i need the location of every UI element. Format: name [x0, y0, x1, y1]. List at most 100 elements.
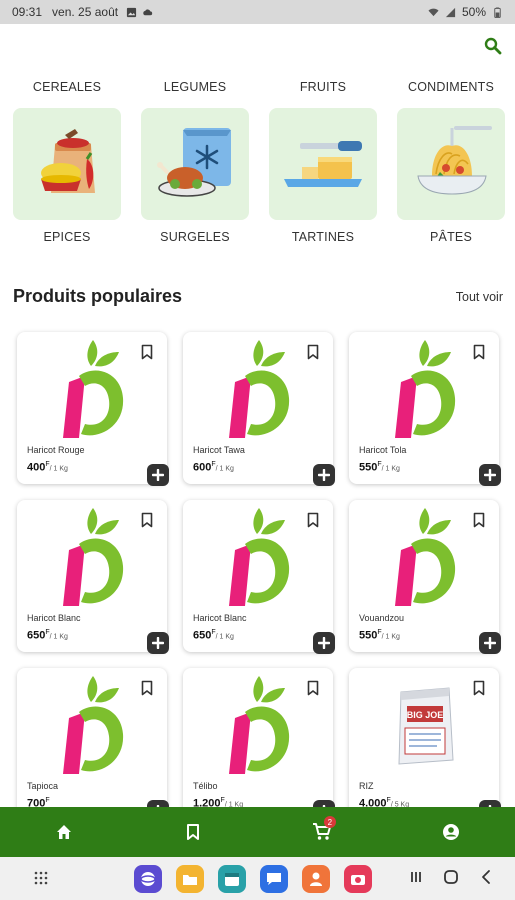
product-name: Haricot Blanc — [27, 613, 81, 623]
brand-logo — [229, 676, 290, 774]
bag-label: BIG JOE — [407, 710, 444, 720]
plus-icon — [484, 637, 496, 649]
category-tile[interactable] — [13, 108, 121, 220]
add-to-cart-button[interactable] — [313, 800, 335, 807]
spice-sack-icon — [41, 129, 95, 193]
product-card[interactable]: Haricot Blanc 650F/ 1 Kg — [183, 500, 335, 654]
add-to-cart-button[interactable] — [313, 464, 335, 486]
bookmark-icon — [473, 512, 485, 528]
bookmark-icon — [307, 512, 319, 528]
nav-home[interactable] — [44, 814, 84, 850]
nav-bookmarks[interactable] — [173, 814, 213, 850]
calendar-app-icon[interactable] — [218, 865, 246, 893]
butter-knife-icon — [284, 141, 362, 187]
product-image — [55, 672, 131, 776]
category-pates[interactable]: PÂTES — [387, 100, 515, 244]
product-card[interactable]: Haricot Rouge 400F/ 1 Kg — [17, 332, 169, 486]
price-value: 650 — [193, 629, 212, 642]
add-to-cart-button[interactable] — [479, 800, 501, 807]
camera-app-icon[interactable] — [344, 865, 372, 893]
bookmark-button[interactable] — [469, 510, 489, 530]
plus-icon — [152, 469, 164, 481]
see-all-link[interactable]: Tout voir — [456, 290, 503, 304]
plus-icon — [318, 637, 330, 649]
product-card[interactable]: Tapioca 700F — [17, 668, 169, 807]
category-cereales[interactable]: CEREALES — [3, 80, 131, 100]
bookmark-button[interactable] — [469, 678, 489, 698]
brand-logo — [229, 340, 290, 438]
price-value: 1.200 — [193, 797, 221, 807]
category-tile[interactable] — [269, 108, 377, 220]
pasta-bowl-icon — [417, 126, 492, 195]
app-drawer-icon[interactable] — [34, 871, 48, 885]
system-nav — [409, 869, 493, 885]
messages-app-icon[interactable] — [260, 865, 288, 893]
bookmark-button[interactable] — [137, 342, 157, 362]
product-card[interactable]: BIG JOE RIZ 4.000F/ 5 Kg — [349, 668, 501, 807]
rice-bag-image: BIG JOE — [398, 687, 454, 765]
popular-header: Produits populaires Tout voir — [13, 286, 503, 307]
bookmark-icon — [473, 680, 485, 696]
add-to-cart-button[interactable] — [479, 464, 501, 486]
product-image — [55, 504, 131, 608]
category-fruits[interactable]: FRUITS — [259, 80, 387, 100]
add-to-cart-button[interactable] — [147, 632, 169, 654]
plus-icon — [484, 469, 496, 481]
category-label: EPICES — [43, 230, 91, 244]
home-icon — [57, 825, 72, 839]
product-image — [221, 672, 297, 776]
add-to-cart-button[interactable] — [479, 632, 501, 654]
nav-account[interactable] — [431, 814, 471, 850]
status-date: ven. 25 août — [52, 5, 119, 19]
category-tartines[interactable]: TARTINES — [259, 100, 387, 244]
bookmark-button[interactable] — [469, 342, 489, 362]
category-legumes[interactable]: LEGUMES — [131, 80, 259, 100]
battery-icon — [494, 6, 501, 18]
bookmark-button[interactable] — [137, 678, 157, 698]
nav-cart[interactable]: 2 — [302, 814, 342, 850]
product-name: Haricot Rouge — [27, 445, 85, 455]
product-card[interactable]: Haricot Tawa 600F/ 1 Kg — [183, 332, 335, 486]
search-button[interactable] — [483, 36, 503, 56]
bookmark-icon — [307, 680, 319, 696]
add-to-cart-button[interactable] — [147, 464, 169, 486]
product-card[interactable]: Haricot Tola 550F/ 1 Kg — [349, 332, 501, 486]
product-image — [387, 336, 463, 440]
bookmark-button[interactable] — [137, 510, 157, 530]
back-icon[interactable] — [479, 869, 493, 885]
bookmark-button[interactable] — [303, 510, 323, 530]
browser-app-icon[interactable] — [134, 865, 162, 893]
folder-app-icon[interactable] — [176, 865, 204, 893]
category-tile[interactable] — [397, 108, 505, 220]
wifi-icon — [428, 8, 439, 16]
product-name: Télibo — [193, 781, 218, 791]
product-name: Haricot Tawa — [193, 445, 245, 455]
product-name: Haricot Tola — [359, 445, 407, 455]
home-button-icon[interactable] — [443, 869, 459, 885]
category-tile[interactable] — [141, 108, 249, 220]
product-card[interactable]: Haricot Blanc 650F/ 1 Kg — [17, 500, 169, 654]
price-unit: / 1 Kg — [215, 633, 234, 641]
price-value: 550 — [359, 461, 378, 474]
category-label: TARTINES — [291, 230, 355, 244]
product-grid: Haricot Rouge 400F/ 1 Kg Haricot Tawa 600 F /… — [17, 332, 501, 807]
bookmark-button[interactable] — [303, 342, 323, 362]
contacts-app-icon[interactable] — [302, 865, 330, 893]
price-value: 600 — [193, 461, 212, 474]
category-epices[interactable]: EPICES — [3, 100, 131, 244]
app-screen: CEREALES LEGUMES FRUITS CONDIMENTS EPICE… — [0, 24, 515, 807]
product-card[interactable]: Vouandzou 550F/ 1 Kg — [349, 500, 501, 654]
product-price: 650F/ 1 Kg — [27, 629, 68, 642]
add-to-cart-button[interactable] — [313, 632, 335, 654]
price-unit: / 1 Kg — [49, 465, 68, 473]
currency: F — [45, 797, 50, 804]
category-condiments[interactable]: CONDIMENTS — [387, 80, 515, 100]
product-price: 4.000F/ 5 Kg — [359, 797, 409, 807]
category-surgeles[interactable]: SURGELES — [131, 100, 259, 244]
add-to-cart-button[interactable] — [147, 800, 169, 807]
recents-icon[interactable] — [409, 870, 423, 884]
product-card[interactable]: Télibo 1.200F/ 1 Kg — [183, 668, 335, 807]
bookmark-button[interactable] — [303, 678, 323, 698]
signal-icon — [445, 7, 456, 17]
search-icon — [484, 37, 502, 55]
